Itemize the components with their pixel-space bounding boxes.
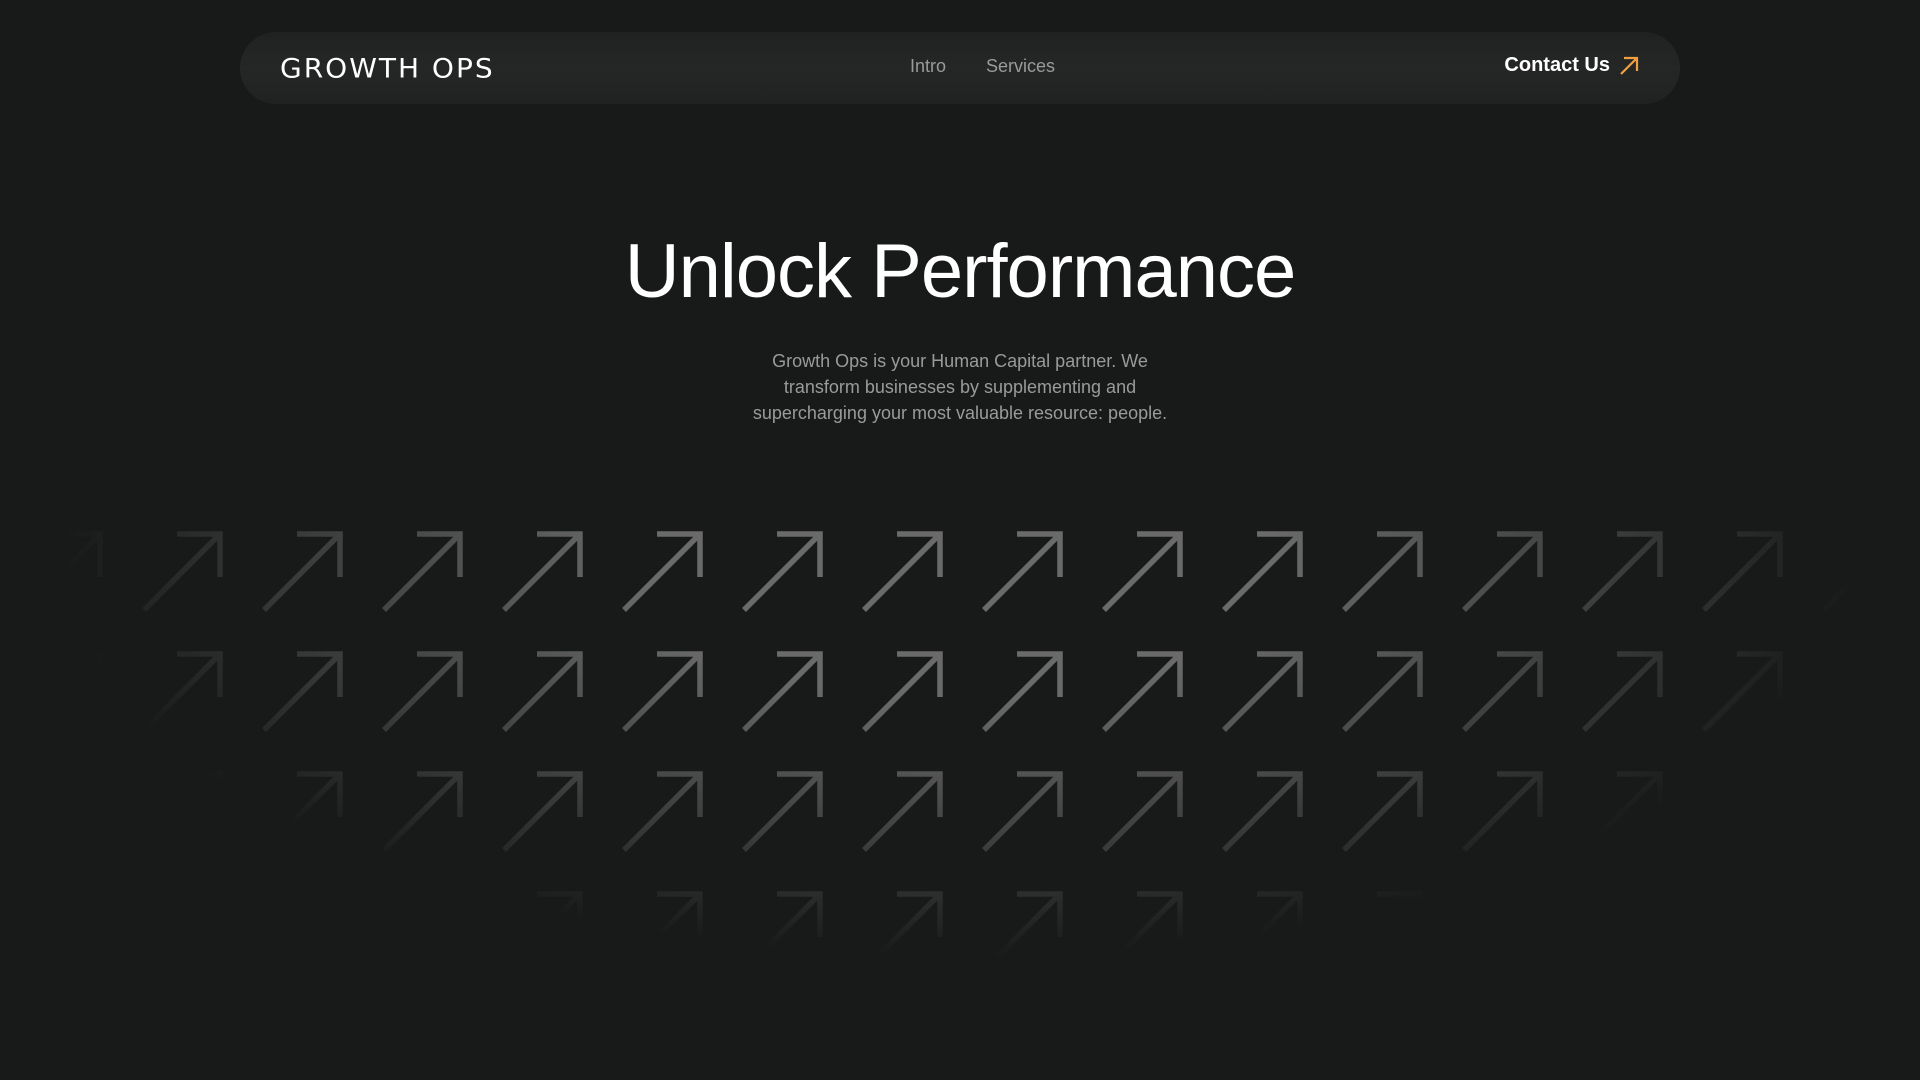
arrow-up-right-icon xyxy=(1582,531,1663,612)
arrow-up-right-icon xyxy=(1822,531,1903,612)
arrow-up-right-icon xyxy=(382,531,463,612)
arrow-up-right-icon xyxy=(742,531,823,612)
arrow-up-right-icon xyxy=(382,771,463,852)
arrow-up-right-icon xyxy=(1462,771,1543,852)
arrow-up-right-icon xyxy=(622,771,703,852)
arrow-up-right-icon xyxy=(262,771,343,852)
arrow-up-right-icon xyxy=(622,651,703,732)
arrow-pattern-background xyxy=(0,500,1920,1020)
arrow-up-right-icon xyxy=(862,531,943,612)
arrow-up-right-icon xyxy=(1702,891,1783,972)
arrow-up-right-icon xyxy=(1702,651,1783,732)
arrow-up-right-icon xyxy=(1342,531,1423,612)
arrow-up-right-icon xyxy=(142,891,223,972)
hero-title: Unlock Performance xyxy=(624,229,1297,314)
arrow-up-right-icon xyxy=(1102,531,1183,612)
arrow-up-right-icon xyxy=(742,771,823,852)
arrow-up-right-icon xyxy=(622,531,703,612)
arrow-up-right-icon xyxy=(1822,651,1903,732)
arrow-up-right-icon xyxy=(382,891,463,972)
arrow-up-right-icon xyxy=(1342,651,1423,732)
arrow-up-right-icon xyxy=(1462,531,1543,612)
arrow-up-right-icon xyxy=(262,651,343,732)
arrow-up-right-icon xyxy=(862,771,943,852)
arrow-up-right-icon xyxy=(22,771,103,852)
arrow-up-right-icon xyxy=(1102,651,1183,732)
arrow-up-right-icon xyxy=(22,891,103,972)
nav-links: Intro Services xyxy=(910,56,1055,77)
arrow-up-right-icon xyxy=(982,891,1063,972)
arrow-up-right-icon xyxy=(502,651,583,732)
hero-subtitle: Growth Ops is your Human Capital partner… xyxy=(752,351,1168,423)
contact-us-button[interactable]: Contact Us xyxy=(1504,54,1640,77)
arrow-up-right-icon xyxy=(1620,56,1639,75)
arrow-up-right-icon xyxy=(982,531,1063,612)
arrow-up-right-icon xyxy=(502,891,583,972)
arrow-up-right-icon xyxy=(22,651,103,732)
arrow-up-right-icon xyxy=(1702,771,1783,852)
arrow-up-right-icon xyxy=(382,651,463,732)
arrow-up-right-icon xyxy=(1582,891,1663,972)
arrow-up-right-icon xyxy=(1822,771,1903,852)
navbar: GROWTH OPS Intro Services Contact Us xyxy=(240,32,1680,104)
arrow-up-right-icon xyxy=(742,651,823,732)
arrow-up-right-icon xyxy=(1702,531,1783,612)
arrow-up-right-icon xyxy=(262,531,343,612)
arrow-up-right-icon xyxy=(742,891,823,972)
arrow-up-right-icon xyxy=(142,531,223,612)
arrow-up-right-icon xyxy=(862,891,943,972)
arrow-up-right-icon xyxy=(862,651,943,732)
arrow-up-right-icon xyxy=(502,771,583,852)
arrow-up-right-icon xyxy=(22,531,103,612)
arrow-up-right-icon xyxy=(1462,891,1543,972)
arrow-up-right-icon xyxy=(1462,651,1543,732)
arrow-up-right-icon xyxy=(1822,891,1903,972)
arrow-up-right-icon xyxy=(1582,651,1663,732)
arrow-up-right-icon xyxy=(1102,771,1183,852)
arrow-up-right-icon xyxy=(1222,891,1303,972)
arrow-up-right-icon xyxy=(1582,771,1663,852)
arrow-up-right-icon xyxy=(1222,531,1303,612)
arrow-up-right-icon xyxy=(1222,651,1303,732)
logo[interactable]: GROWTH OPS xyxy=(280,53,495,84)
arrow-up-right-icon xyxy=(502,531,583,612)
arrow-up-right-icon xyxy=(142,651,223,732)
arrow-up-right-icon xyxy=(622,891,703,972)
arrow-up-right-icon xyxy=(262,891,343,972)
arrow-up-right-icon xyxy=(1342,771,1423,852)
arrow-up-right-icon xyxy=(1222,771,1303,852)
contact-us-label: Contact Us xyxy=(1504,54,1610,76)
arrow-up-right-icon xyxy=(982,651,1063,732)
arrow-up-right-icon xyxy=(1342,891,1423,972)
nav-link-services[interactable]: Services xyxy=(986,56,1055,77)
nav-link-intro[interactable]: Intro xyxy=(910,56,946,77)
arrow-up-right-icon xyxy=(1102,891,1183,972)
arrow-up-right-icon xyxy=(982,771,1063,852)
arrow-up-right-icon xyxy=(142,771,223,852)
